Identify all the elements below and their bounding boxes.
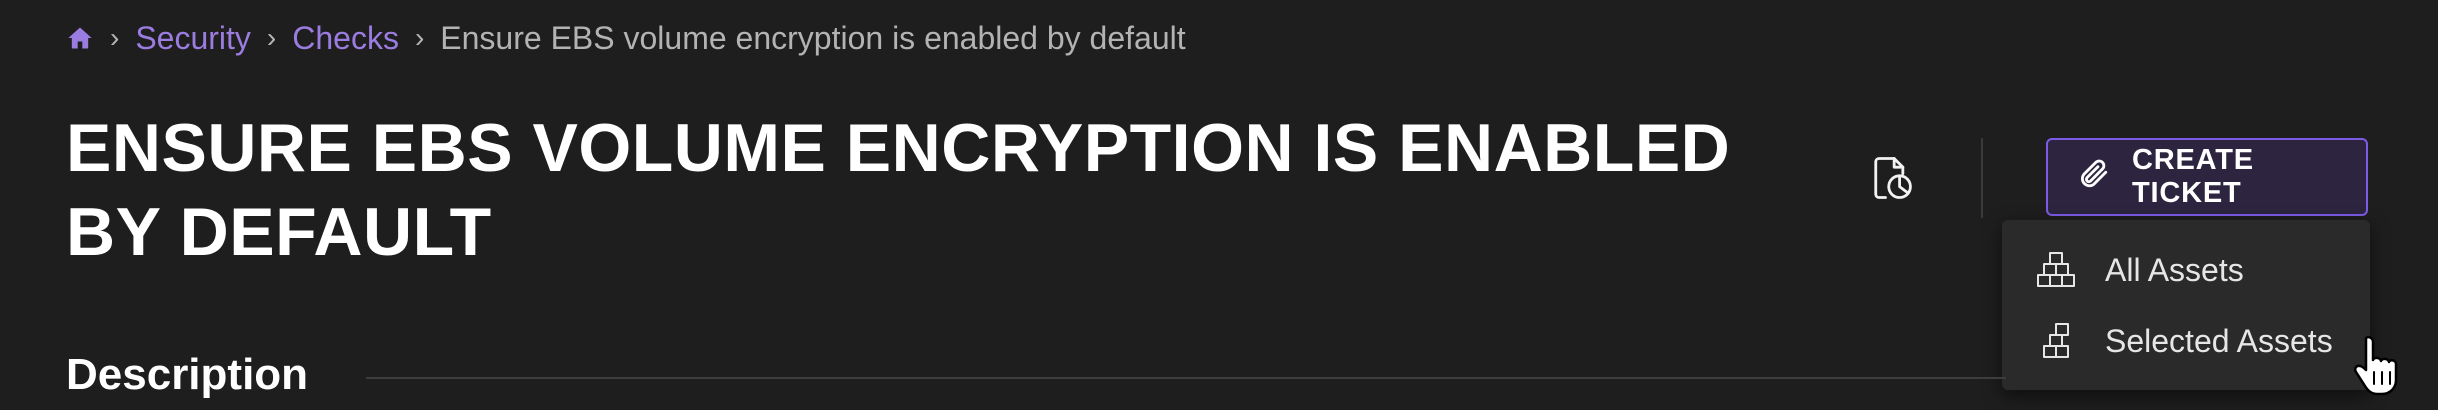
toolbar-divider [1981,138,1983,218]
home-icon[interactable] [66,24,94,52]
breadcrumb-link-security[interactable]: Security [135,20,251,57]
hand-pointer-icon [2352,334,2404,398]
paperclip-icon [2076,156,2110,198]
breadcrumb: › Security › Checks › Ensure EBS volume … [66,18,1186,58]
breadcrumb-separator: › [110,22,120,53]
menu-item-all-assets[interactable]: All Assets [2002,235,2370,305]
selected-boxes-icon [2036,321,2076,361]
breadcrumb-separator: › [266,22,277,53]
breadcrumb-current: Ensure EBS volume encryption is enabled … [440,19,1186,56]
create-ticket-button[interactable]: CREATE TICKET [2046,138,2368,216]
create-ticket-label: CREATE TICKET [2132,144,2254,209]
page-title: ENSURE EBS VOLUME ENCRYPTION IS ENABLED … [66,110,1731,270]
section-divider [366,377,2006,379]
stacked-boxes-icon [2036,250,2076,290]
menu-item-selected-assets[interactable]: Selected Assets [2002,306,2370,376]
report-document-icon [1866,152,1918,209]
create-ticket-menu: All Assets Selected Assets [2002,220,2370,390]
menu-item-label: Selected Assets [2105,322,2333,359]
report-button[interactable] [1862,150,1922,210]
description-heading: Description [66,350,309,399]
menu-item-label: All Assets [2105,251,2244,288]
breadcrumb-link-checks[interactable]: Checks [292,20,399,57]
breadcrumb-separator: › [414,22,425,53]
